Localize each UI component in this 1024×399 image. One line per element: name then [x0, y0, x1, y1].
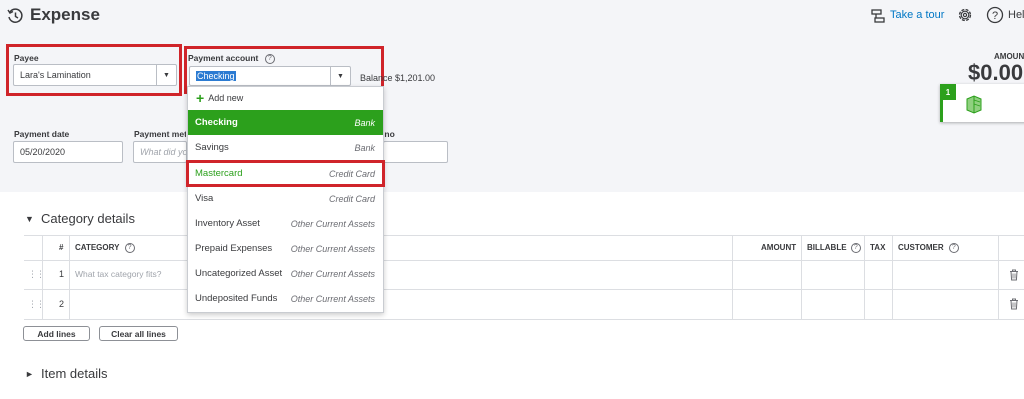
- trash-icon[interactable]: [1009, 269, 1019, 281]
- tour-icon[interactable]: [870, 8, 886, 24]
- column-tax: TAX: [870, 243, 886, 252]
- info-icon[interactable]: ?: [948, 243, 959, 253]
- plus-icon: +: [196, 90, 205, 106]
- gear-icon[interactable]: [956, 6, 974, 24]
- account-option-inventory-asset[interactable]: Inventory Asset Other Current Assets: [188, 211, 383, 236]
- mastercard-highlight: [186, 160, 385, 187]
- column-num: #: [59, 243, 64, 252]
- ref-no-input[interactable]: [383, 141, 448, 163]
- payee-value: Lara's Lamination: [20, 70, 91, 80]
- add-lines-button[interactable]: Add lines: [23, 326, 90, 341]
- payment-account-value: Checking: [196, 71, 236, 81]
- column-billable: BILLABLE ?: [807, 243, 861, 253]
- grip-icon[interactable]: ⋮⋮: [28, 299, 45, 310]
- collapse-category-icon[interactable]: ▼: [25, 214, 34, 224]
- account-option-checking[interactable]: Checking Bank: [188, 110, 383, 135]
- grip-icon[interactable]: ⋮⋮: [28, 269, 45, 280]
- payment-method-input[interactable]: What did you pay with?: [133, 141, 187, 163]
- trash-icon[interactable]: [1009, 298, 1019, 310]
- chevron-down-icon[interactable]: ▼: [156, 65, 176, 85]
- account-balance: Balance $1,201.00: [360, 73, 436, 83]
- account-option-savings[interactable]: Savings Bank: [188, 135, 383, 160]
- payee-label: Payee: [14, 53, 39, 63]
- header-area: [0, 0, 1024, 192]
- account-option-undeposited-funds[interactable]: Undeposited Funds Other Current Assets: [188, 286, 383, 311]
- account-option-uncategorized-asset[interactable]: Uncategorized Asset Other Current Assets: [188, 261, 383, 286]
- row-number: 1: [59, 269, 65, 279]
- history-icon[interactable]: [6, 7, 24, 25]
- clear-all-lines-button[interactable]: Clear all lines: [99, 326, 178, 341]
- category-table: # CATEGORY ? AMOUNT BILLABLE ? TAX CUSTO…: [24, 235, 1024, 320]
- page-title: Expense: [30, 5, 100, 24]
- payment-date-input[interactable]: 05/20/2020: [13, 141, 123, 163]
- column-customer: CUSTOMER ?: [898, 243, 959, 253]
- payment-account-dropdown: + Add new Checking Bank Savings Bank Maste…: [187, 86, 384, 313]
- add-new-option[interactable]: + Add new: [196, 90, 243, 106]
- payment-method-label: Payment method: [134, 129, 186, 139]
- payee-select[interactable]: Lara's Lamination ▼: [13, 64, 177, 86]
- item-details-title[interactable]: Item details: [41, 366, 107, 381]
- account-option-prepaid-expenses[interactable]: Prepaid Expenses Other Current Assets: [188, 236, 383, 261]
- account-option-visa[interactable]: Visa Credit Card: [188, 186, 383, 211]
- svg-text:?: ?: [992, 10, 998, 22]
- info-icon[interactable]: ?: [850, 243, 861, 253]
- amount-total: $0.00: [968, 60, 1024, 85]
- help-icon[interactable]: ?: [986, 6, 1004, 24]
- chevron-down-icon[interactable]: ▼: [330, 67, 350, 85]
- payment-account-select[interactable]: Checking ▼: [189, 66, 351, 86]
- row-number: 2: [59, 299, 65, 309]
- payment-date-label: Payment date: [14, 129, 70, 139]
- take-a-tour-link[interactable]: Take a tour: [890, 9, 944, 21]
- receipt-icon[interactable]: [964, 94, 984, 114]
- payment-account-label: Payment account ?: [188, 53, 275, 64]
- receipt-tab[interactable]: 1: [940, 84, 956, 100]
- column-category: CATEGORY ?: [75, 243, 135, 253]
- expand-item-icon[interactable]: ►: [25, 369, 34, 379]
- info-icon[interactable]: ?: [264, 53, 275, 64]
- column-amount: AMOUNT: [761, 243, 797, 252]
- category-details-title[interactable]: Category details: [41, 211, 135, 226]
- category-cell[interactable]: What tax category fits?: [75, 269, 161, 279]
- help-label[interactable]: Help: [1008, 9, 1024, 21]
- info-icon[interactable]: ?: [124, 243, 135, 253]
